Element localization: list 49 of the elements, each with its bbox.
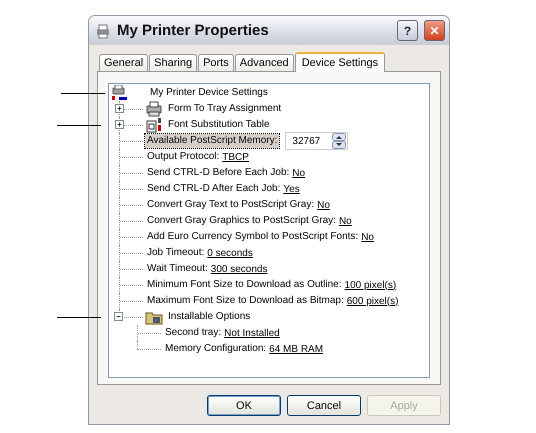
setting-label[interactable]: Convert Gray Graphics to PostScript Gray: bbox=[145, 214, 338, 228]
setting-label[interactable]: Memory Configuration: bbox=[163, 342, 268, 356]
document-icon bbox=[145, 117, 163, 133]
plus-icon bbox=[116, 121, 123, 128]
setting-label[interactable]: Send CTRL-D After Each Job: bbox=[145, 182, 282, 196]
setting-value[interactable]: Yes bbox=[283, 184, 300, 194]
tab[interactable]: Device Settings bbox=[294, 52, 386, 72]
setting-label[interactable]: Second tray: bbox=[163, 326, 224, 340]
setting-label[interactable]: Job Timeout: bbox=[145, 246, 206, 260]
setting-label[interactable]: Output Protocol: bbox=[145, 150, 222, 164]
tab[interactable]: Sharing bbox=[149, 54, 198, 71]
dialog-button[interactable]: Cancel bbox=[287, 395, 361, 416]
setting-label[interactable]: Convert Gray Text to PostScript Gray: bbox=[145, 198, 316, 212]
setting-label[interactable]: Maximum Font Size to Download as Bitmap: bbox=[145, 294, 346, 308]
setting-value[interactable]: 0 seconds bbox=[207, 248, 253, 258]
dialog-button[interactable]: OK bbox=[207, 395, 281, 416]
setting-value[interactable]: 64 MB RAM bbox=[269, 344, 324, 354]
setting-value[interactable]: No bbox=[338, 216, 352, 226]
tab[interactable]: Advanced bbox=[234, 54, 294, 71]
setting-value[interactable]: 100 pixel(s) bbox=[344, 280, 396, 290]
spin-arrows-icon[interactable] bbox=[332, 133, 346, 149]
plus-icon bbox=[116, 105, 123, 112]
printer-icon bbox=[95, 22, 111, 38]
setting-label[interactable]: Add Euro Currency Symbol to PostScript Fonts: bbox=[145, 230, 360, 244]
setting-value[interactable]: 600 pixel(s) bbox=[346, 296, 398, 306]
setting-value[interactable]: TBCP bbox=[222, 152, 249, 162]
setting-value[interactable]: No bbox=[361, 232, 374, 242]
setting-value[interactable]: No bbox=[317, 200, 330, 210]
tree-item[interactable]: Form To Tray Assignment bbox=[166, 102, 284, 116]
expand-toggle[interactable] bbox=[114, 312, 123, 321]
window-title: My Printer Properties bbox=[117, 22, 270, 39]
setting-value[interactable]: Not Installed bbox=[224, 328, 280, 338]
setting-value[interactable]: No bbox=[292, 168, 306, 178]
expand-toggle[interactable] bbox=[115, 120, 124, 129]
setting-value[interactable]: 300 seconds bbox=[210, 264, 268, 274]
help-button[interactable]: ? bbox=[397, 20, 418, 41]
printer-icon bbox=[145, 101, 163, 117]
setting-label[interactable]: Send CTRL-D Before Each Job: bbox=[145, 166, 292, 180]
tab[interactable]: Ports bbox=[198, 54, 234, 71]
tab[interactable]: General bbox=[99, 54, 148, 71]
setting-label[interactable]: Wait Timeout: bbox=[145, 262, 210, 276]
minus-icon bbox=[115, 313, 122, 320]
expand-toggle[interactable] bbox=[115, 104, 124, 113]
tree-item[interactable]: Installable Options bbox=[166, 310, 252, 324]
setting-label[interactable]: Available PostScript Memory: bbox=[145, 134, 280, 148]
memory-spin-field[interactable]: 32767 bbox=[285, 132, 348, 150]
tree-item[interactable]: My Printer Device Settings bbox=[148, 86, 270, 100]
tree-item[interactable]: Font Substitution Table bbox=[166, 118, 272, 132]
setting-label[interactable]: Minimum Font Size to Download as Outline: bbox=[145, 278, 344, 292]
